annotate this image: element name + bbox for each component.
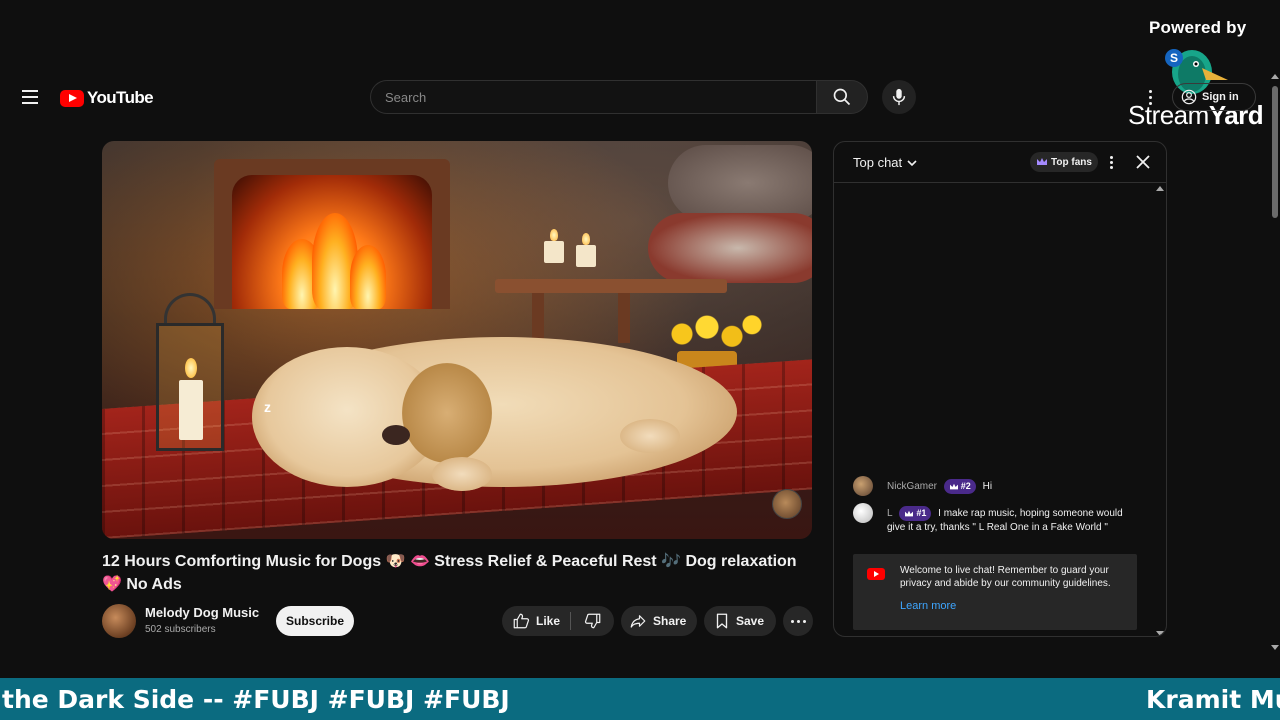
youtube-wordmark: YouTube	[87, 88, 154, 107]
powered-by-label: Powered by	[1149, 18, 1247, 37]
save-button[interactable]: Save	[704, 606, 776, 636]
close-icon[interactable]	[1134, 153, 1152, 171]
youtube-play-icon	[60, 89, 84, 107]
like-label: Like	[536, 614, 561, 628]
search-bar	[370, 80, 870, 114]
youtube-logo[interactable]: YouTube	[60, 88, 154, 108]
crown-icon	[949, 483, 958, 489]
top-fan-badge: #1	[899, 506, 932, 521]
like-button[interactable]: Like	[502, 606, 570, 636]
svg-text:S: S	[1170, 51, 1178, 65]
youtube-icon	[867, 568, 885, 580]
ticker-text: Kramit Mu	[1146, 685, 1280, 714]
dislike-button[interactable]	[571, 606, 614, 636]
scrollbar-thumb[interactable]	[1272, 86, 1278, 218]
sign-in-button[interactable]: Sign in	[1172, 83, 1256, 111]
scroll-down-arrow-icon[interactable]	[1156, 631, 1164, 636]
crown-icon	[905, 510, 914, 516]
chat-mode-label: Top chat	[853, 155, 903, 170]
learn-more-link[interactable]: Learn more	[900, 600, 956, 613]
welcome-banner: Welcome to live chat! Remember to guard …	[853, 554, 1137, 630]
news-ticker: the Dark Side -- #FUBJ #FUBJ #FUBJ Krami…	[0, 678, 1280, 720]
masthead: YouTube Sign in	[0, 74, 1270, 120]
chat-author[interactable]: NickGamer	[887, 481, 937, 492]
search-button[interactable]	[816, 80, 868, 114]
sleep-z-text: z	[264, 399, 271, 415]
channel-avatar[interactable]	[102, 604, 136, 638]
video-title: 12 Hours Comforting Music for Dogs 🐶 👄 S…	[102, 553, 797, 593]
more-vert-icon	[1148, 89, 1152, 93]
subscribe-button[interactable]: Subscribe	[276, 606, 354, 636]
search-icon	[833, 88, 851, 106]
more-vert-icon	[1109, 155, 1113, 159]
share-icon	[630, 615, 646, 628]
chat-avatar[interactable]	[853, 476, 873, 496]
chevron-down-icon	[907, 159, 917, 166]
fireplace-image	[214, 159, 450, 309]
top-fans-label: Top fans	[1051, 156, 1092, 168]
wooden-table	[495, 279, 727, 293]
welcome-text: Welcome to live chat! Remember to guard …	[900, 565, 1111, 589]
bookmark-icon	[716, 613, 728, 629]
candle	[544, 229, 564, 263]
chat-scrollbar[interactable]	[1156, 186, 1164, 636]
share-label: Share	[653, 614, 687, 628]
hamburger-icon	[22, 90, 38, 92]
chat-text: Hi	[982, 481, 993, 493]
top-fan-badge: #2	[943, 479, 976, 494]
top-fans-button[interactable]: Top fans	[1030, 152, 1098, 172]
like-dislike-group: Like	[502, 606, 614, 636]
scroll-up-arrow-icon[interactable]	[1271, 74, 1279, 79]
settings-more-button[interactable]	[1140, 86, 1160, 108]
voice-search-button[interactable]	[882, 80, 916, 114]
subscriber-count: 502 subscribers	[145, 624, 216, 635]
chat-mode-dropdown[interactable]: Top chat	[853, 155, 918, 170]
video-player[interactable]: z	[102, 141, 812, 539]
scroll-up-arrow-icon[interactable]	[1156, 186, 1164, 191]
channel-name[interactable]: Melody Dog Music	[145, 605, 259, 620]
account-icon	[1181, 89, 1197, 105]
sign-in-label: Sign in	[1202, 91, 1239, 103]
page-scrollbar[interactable]	[1270, 74, 1280, 650]
chat-more-button[interactable]	[1106, 153, 1116, 171]
search-input[interactable]	[370, 80, 816, 114]
save-label: Save	[736, 614, 765, 628]
thumbs-up-icon	[513, 613, 530, 629]
more-actions-button[interactable]	[783, 606, 813, 636]
guide-menu-button[interactable]	[18, 86, 42, 110]
crown-icon	[1037, 158, 1047, 165]
thumbs-down-icon	[584, 613, 600, 629]
live-chat-panel: Top chat Top fans NickGamer #2 Hi L #1 I…	[833, 141, 1167, 637]
more-horiz-icon	[790, 619, 806, 623]
chat-header: Top chat Top fans	[834, 142, 1166, 183]
chat-message: L #1 I make rap music, hoping someone wo…	[853, 503, 1143, 534]
channel-watermark[interactable]	[772, 489, 802, 519]
chat-author[interactable]: L	[887, 508, 893, 519]
lantern	[150, 293, 230, 463]
share-button[interactable]: Share	[621, 606, 697, 636]
candle	[576, 233, 596, 267]
microphone-icon	[892, 88, 906, 106]
chat-avatar[interactable]	[853, 503, 873, 523]
video-owner-row: Melody Dog Music 502 subscribers Subscri…	[102, 604, 813, 638]
ticker-text: the Dark Side -- #FUBJ #FUBJ #FUBJ	[2, 685, 510, 714]
scroll-down-arrow-icon[interactable]	[1271, 645, 1279, 650]
chat-message: NickGamer #2 Hi	[853, 476, 1143, 496]
